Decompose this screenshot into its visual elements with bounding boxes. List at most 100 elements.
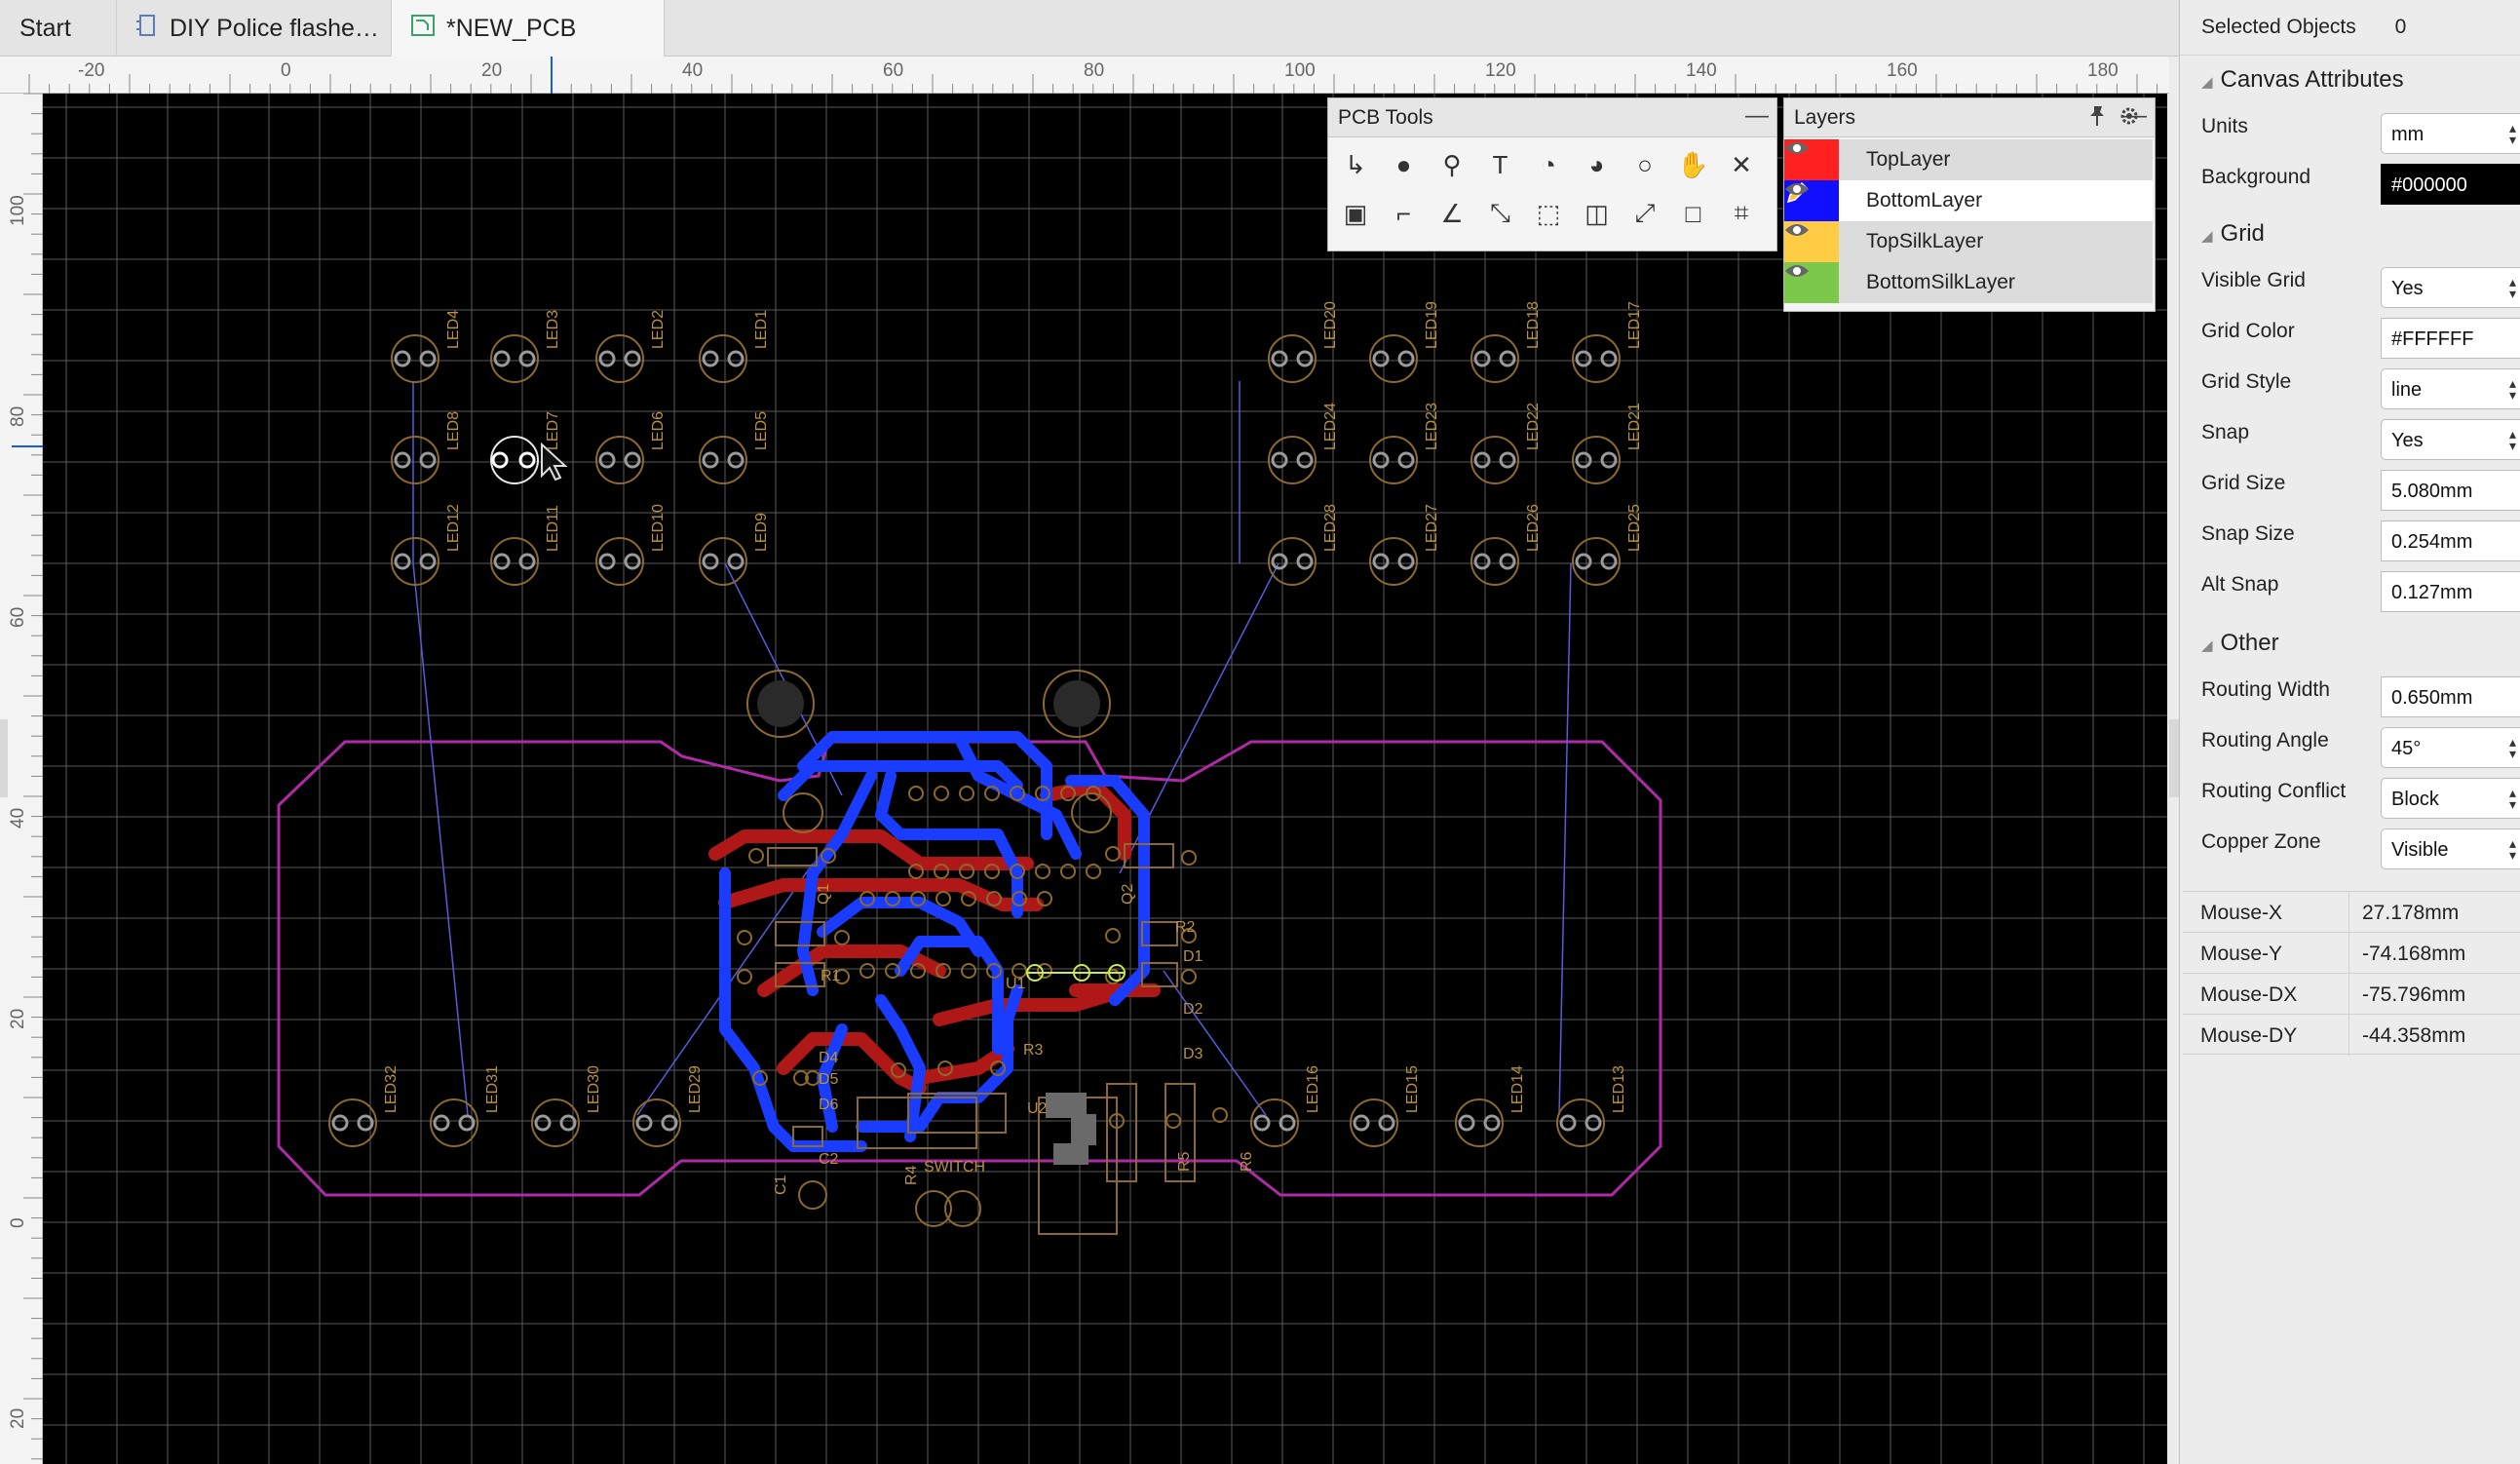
text-tool-icon[interactable]: T — [1481, 145, 1520, 184]
component-label: U2 — [1027, 1100, 1048, 1117]
component-label: C1 — [773, 1175, 789, 1195]
led-label: LED25 — [1626, 504, 1643, 552]
routing-angle-select[interactable]: 45° ▴ ▾ — [2381, 727, 2520, 768]
via-tool-icon[interactable]: ⚲ — [1432, 145, 1471, 184]
rect-tool-icon[interactable]: □ — [1674, 194, 1713, 233]
layer-row-topsilk[interactable]: TopSilkLayer — [1784, 221, 2153, 262]
properties-panel: Selected Objects 0 ◢ Canvas Attributes Un… — [2179, 0, 2520, 1464]
select-value: Block — [2391, 789, 2439, 810]
grid-style-label: Grid Style — [2201, 370, 2292, 393]
component-label: R3 — [1023, 1042, 1044, 1059]
minimize-icon[interactable]: — — [2123, 102, 2147, 130]
tab-label: DIY Police flashe… — [170, 14, 379, 42]
select-arrows-icon: ▴ ▾ — [2508, 274, 2516, 301]
led-label: LED18 — [1525, 301, 1542, 349]
pan-tool-icon[interactable]: ✋ — [1674, 145, 1713, 184]
select-value: Yes — [2391, 278, 2424, 299]
grid-style-select[interactable]: line ▴ ▾ — [2381, 368, 2520, 409]
pcb-canvas[interactable]: LED4 LED3 LED2 LED1 LED8 LED7 LED6 LED5 LED12 LED… — [43, 94, 2167, 1464]
ruler-label: -20 — [78, 60, 105, 81]
component-label: D1 — [1183, 948, 1203, 965]
copper-zone-label: Copper Zone — [2201, 830, 2321, 853]
mounting-holes — [746, 670, 1111, 738]
other-section[interactable]: ◢ Other — [2201, 630, 2279, 657]
tab-new-pcb[interactable]: *NEW_PCB — [392, 0, 665, 57]
minimize-icon[interactable]: — — [1745, 102, 1769, 130]
connect-pad-icon[interactable]: ✕ — [1722, 145, 1761, 184]
mouse-dx-row: Mouse-DX -75.796mm — [2183, 973, 2520, 1015]
led-label: LED26 — [1525, 504, 1542, 552]
arc-tool-icon[interactable]: ◔ — [1529, 145, 1568, 184]
field-value: 0.254mm — [2391, 531, 2473, 553]
led-label: LED6 — [650, 411, 667, 450]
mouse-dy-value: -44.358mm — [2362, 1024, 2466, 1047]
ruler-label: 140 — [1686, 60, 1717, 81]
tab-start[interactable]: Start — [0, 0, 117, 57]
grid-section[interactable]: ◢ Grid — [2201, 220, 2265, 248]
image-tool-icon[interactable]: ▣ — [1336, 194, 1375, 233]
right-collapse-handle[interactable] — [2169, 719, 2179, 797]
copper-zone-select[interactable]: Visible ▴ ▾ — [2381, 828, 2520, 869]
collapse-triangle-icon: ◢ — [2201, 74, 2213, 91]
layer-row-top[interactable]: TopLayer — [1784, 139, 2153, 180]
ruler-label: 100 — [8, 195, 28, 226]
dimension-tool-icon[interactable]: ⌐ — [1385, 194, 1424, 233]
field-value: #000000 — [2391, 174, 2467, 196]
selected-objects-count: 0 — [2394, 16, 2407, 38]
grid-size-field[interactable]: 5.080mm — [2381, 470, 2520, 511]
routing-conflict-select[interactable]: Block ▴ ▾ — [2381, 778, 2520, 819]
led-label: LED13 — [1611, 1065, 1627, 1113]
tab-bar: Start DIY Police flashe… *NEW_PCB — [0, 0, 2179, 57]
component-label: D3 — [1183, 1046, 1203, 1062]
snap-select[interactable]: Yes ▴ ▾ — [2381, 419, 2520, 460]
alt-snap-row: Alt Snap 0.127mm — [2201, 571, 2520, 614]
alt-snap-field[interactable]: 0.127mm — [2381, 571, 2520, 612]
units-select[interactable]: mm ▴ ▾ — [2381, 113, 2520, 154]
component-label: R4 — [903, 1165, 920, 1185]
mouse-dx-label: Mouse-DX — [2200, 983, 2298, 1006]
solid-region-icon[interactable]: ⬚ — [1529, 194, 1568, 233]
snap-size-row: Snap Size 0.254mm — [2201, 520, 2520, 563]
grid-color-field[interactable]: #FFFFFF — [2381, 318, 2520, 359]
mouse-dx-value: -75.796mm — [2362, 983, 2466, 1006]
layer-row-bottomsilk[interactable]: BottomSilkLayer — [1784, 262, 2153, 303]
section-title: Grid — [2220, 220, 2265, 247]
led-label: LED20 — [1322, 301, 1339, 349]
mouse-x-label: Mouse-X — [2200, 902, 2283, 924]
select-value: line — [2391, 379, 2423, 401]
copper-area-icon[interactable]: ◫ — [1578, 194, 1617, 233]
ruler-label: 20 — [481, 60, 503, 81]
background-color-field[interactable]: #000000 — [2381, 164, 2520, 205]
layer-row-bottom[interactable]: BottomLayer — [1784, 180, 2153, 221]
canvas-origin-icon[interactable]: ⌗ — [1722, 194, 1761, 233]
arc-ccw-tool-icon[interactable]: ◕ — [1578, 145, 1617, 184]
led-label: LED32 — [383, 1065, 400, 1113]
circle-tool-icon[interactable]: ○ — [1625, 145, 1664, 184]
visible-grid-select[interactable]: Yes ▴ ▾ — [2381, 267, 2520, 308]
led-label: LED8 — [445, 411, 462, 450]
hole-tool-icon[interactable]: ⤢ — [1625, 194, 1664, 233]
protractor-tool-icon[interactable]: ∠ — [1432, 194, 1471, 233]
led-label: LED15 — [1404, 1065, 1421, 1113]
led-label: LED9 — [753, 513, 770, 552]
ruler-label: 80 — [8, 405, 28, 427]
routing-angle-row: Routing Angle 45° ▴ ▾ — [2201, 727, 2520, 770]
canvas-attributes-section[interactable]: ◢ Canvas Attributes — [2201, 66, 2404, 94]
grid-size-label: Grid Size — [2201, 472, 2286, 494]
led-label: LED10 — [650, 504, 667, 552]
tab-schematic[interactable]: DIY Police flashe… — [117, 0, 392, 57]
tool-grid: ↳ ● ⚲ T ◔ ◕ ○ ✋ ✕ ▣ ⌐ ∠ ⤡ ⬚ ◫ ⤢ □ ⌗ — [1328, 139, 1778, 250]
pad-tool-icon[interactable]: ● — [1385, 145, 1424, 184]
green-pad-highlight — [1026, 964, 1126, 982]
section-title: Canvas Attributes — [2220, 66, 2404, 93]
measure-tool-icon[interactable]: ⤡ — [1481, 194, 1520, 233]
track-tool-icon[interactable]: ↳ — [1336, 145, 1375, 184]
schematic-icon — [136, 14, 158, 44]
tab-label: *NEW_PCB — [446, 14, 577, 42]
left-collapse-handle[interactable] — [0, 719, 8, 797]
snap-size-field[interactable]: 0.254mm — [2381, 520, 2520, 561]
led-label: LED21 — [1626, 403, 1643, 450]
routing-width-field[interactable]: 0.650mm — [2381, 676, 2520, 717]
mouse-y-row: Mouse-Y -74.168mm — [2183, 932, 2520, 974]
mouse-y-value: -74.168mm — [2362, 943, 2466, 965]
